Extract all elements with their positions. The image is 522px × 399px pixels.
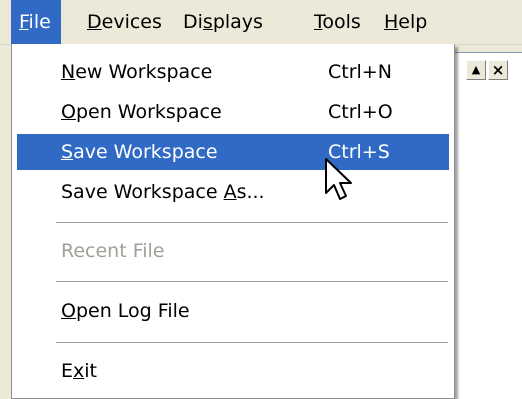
menu-item-label: Exit [61, 353, 97, 389]
menu-item-label: Save Workspace As... [61, 174, 265, 210]
arrow-cursor-icon [325, 158, 352, 200]
menu-item-shortcut: Ctrl+O [328, 101, 393, 123]
menu-help-label-key: H [384, 11, 399, 33]
label-pre: Recent File [61, 240, 165, 262]
close-icon: × [491, 61, 505, 79]
label-key: O [61, 101, 76, 123]
label-pre: Save Workspace [61, 181, 224, 203]
menu-devices[interactable]: Devices [79, 0, 170, 44]
label-key: O [61, 300, 76, 322]
menu-item-save-workspace[interactable]: Save Workspace Ctrl+S [17, 134, 449, 170]
menu-item-label: Recent File [61, 233, 165, 269]
label-key: S [61, 141, 74, 163]
menu-item-open-log-file[interactable]: Open Log File [17, 293, 449, 329]
menu-displays-label-pre: Di [183, 11, 203, 33]
application-window: ▲ × File Devices Displays Tools Help New… [0, 0, 522, 399]
menu-item-recent-file: Recent File [17, 233, 449, 269]
menu-item-shortcut: Ctrl+N [328, 61, 392, 83]
label-post: ew Workspace [75, 61, 213, 83]
menu-tools[interactable]: Tools [306, 0, 369, 44]
menu-file-label-key: F [19, 11, 29, 33]
menu-item-save-workspace-as[interactable]: Save Workspace As... [17, 174, 449, 210]
menu-help-label-post: elp [398, 11, 428, 33]
menu-item-label: Open Workspace [61, 94, 222, 130]
menu-item-label: Save Workspace [61, 134, 218, 170]
menu-item-new-workspace[interactable]: New Workspace Ctrl+N [17, 54, 449, 90]
label-key: N [61, 61, 76, 83]
menu-bar: File Devices Displays Tools Help [0, 0, 522, 45]
menu-separator [56, 281, 448, 282]
menu-separator [56, 342, 448, 343]
menu-item-exit[interactable]: Exit [17, 353, 449, 389]
menu-item-open-workspace[interactable]: Open Workspace Ctrl+O [17, 94, 449, 130]
menu-item-label: New Workspace [61, 54, 212, 90]
scroll-up-button[interactable]: ▲ [466, 60, 486, 80]
menu-help[interactable]: Help [376, 0, 435, 44]
menu-file[interactable]: File [11, 0, 61, 44]
file-menu-dropdown: New Workspace Ctrl+N Open Workspace Ctrl… [11, 44, 455, 399]
label-post: pen Log File [75, 300, 190, 322]
label-key: x [73, 360, 85, 382]
menu-displays[interactable]: Displays [175, 0, 271, 44]
menu-separator [56, 222, 448, 223]
label-post: ave Workspace [73, 141, 218, 163]
label-key: A [223, 181, 237, 203]
scroll-up-icon: ▲ [471, 63, 481, 76]
menu-displays-label-key: s [202, 11, 213, 33]
menu-devices-label-post: evices [101, 11, 162, 33]
menu-displays-label-post: plays [212, 11, 263, 33]
label-post: it [84, 360, 97, 382]
label-post: s... [236, 181, 265, 203]
close-button[interactable]: × [488, 60, 508, 80]
menu-devices-label-key: D [87, 11, 102, 33]
menu-item-label: Open Log File [61, 293, 190, 329]
label-pre: E [61, 360, 74, 382]
menu-tools-label-post: ools [322, 11, 361, 33]
label-post: pen Workspace [75, 101, 222, 123]
menu-file-label-post: ile [28, 11, 51, 33]
